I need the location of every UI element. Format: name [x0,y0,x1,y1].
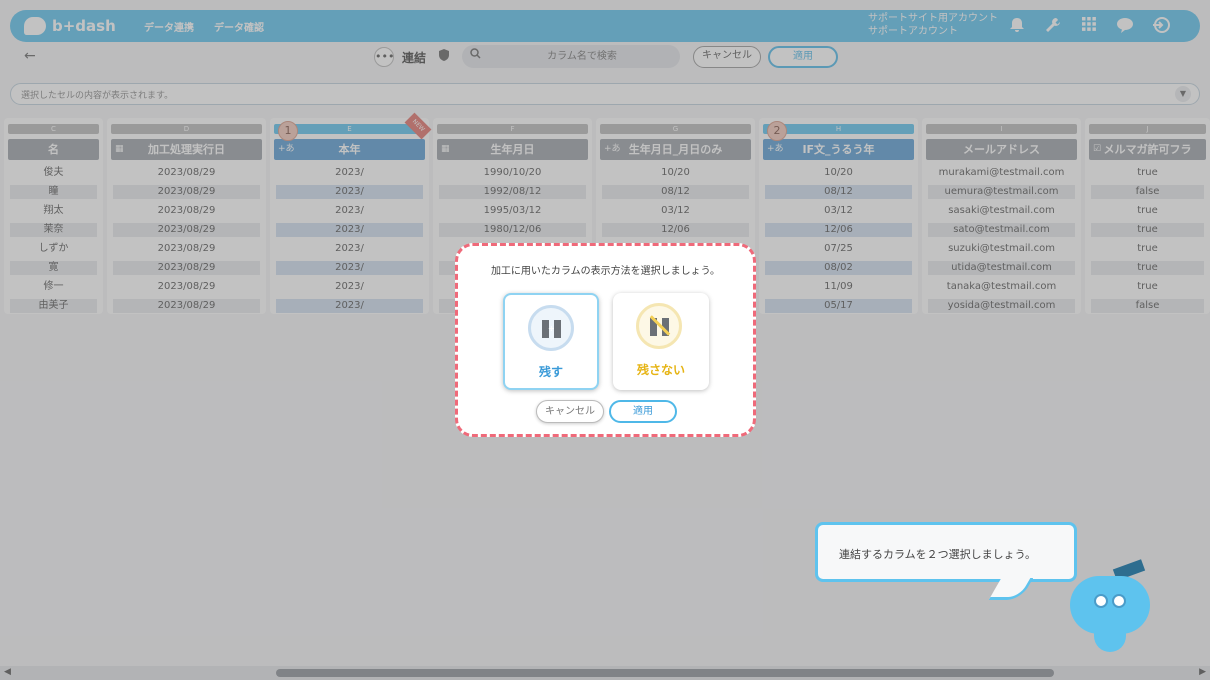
dialog-message: 加工に用いたカラムの表示方法を選択しましょう。 [490,266,721,277]
dialog-cancel-button[interactable]: キャンセル [536,400,604,423]
drop-option-label: 残さない [636,363,685,377]
mascot-eye [1094,594,1108,608]
drop-columns-icon [636,303,682,349]
column-display-dialog: 加工に用いたカラムの表示方法を選択しましょう。 + 残す 残さない キャンセル … [455,243,756,437]
mascot-eye [1112,594,1126,608]
dialog-apply-button[interactable]: 適用 [609,400,677,423]
drop-option[interactable]: 残さない [613,293,709,390]
guide-tooltip: 連結するカラムを２つ選択しましょう。 [815,522,1077,582]
keep-columns-icon: + [528,305,574,351]
guide-tooltip-text: 連結するカラムを２つ選択しましょう。 [839,548,1037,561]
keep-option-label: 残す [538,365,563,379]
keep-option[interactable]: + 残す [503,293,599,390]
mascot-character [1070,559,1158,652]
